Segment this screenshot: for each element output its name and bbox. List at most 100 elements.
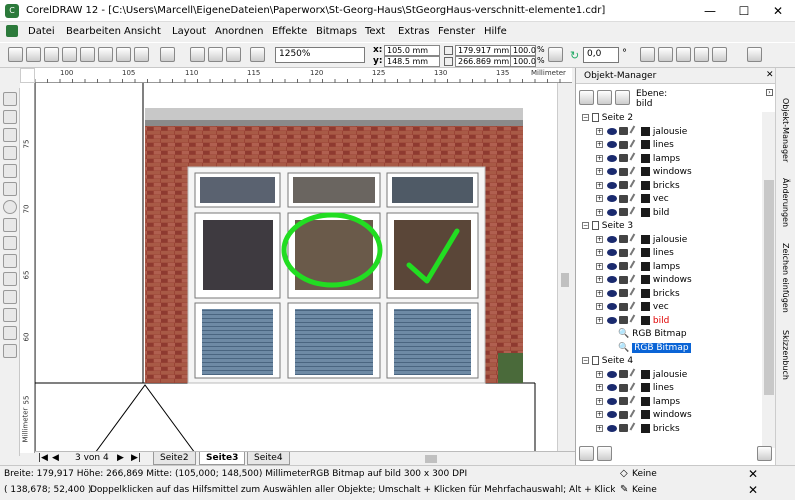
menu-extras[interactable]: Extras <box>398 26 430 37</box>
copy-icon[interactable] <box>98 47 113 62</box>
expand-icon[interactable]: + <box>596 276 603 283</box>
edit-bitmap-icon[interactable] <box>694 47 709 62</box>
printer-icon[interactable] <box>619 154 628 162</box>
scroll-thumb[interactable] <box>561 273 569 287</box>
drawing-canvas[interactable] <box>35 83 557 453</box>
tab-seite4[interactable]: Seite4 <box>247 452 290 465</box>
printer-icon[interactable] <box>619 181 628 189</box>
tree-layer[interactable]: + windows <box>576 409 761 423</box>
rectangle-tool-icon[interactable] <box>3 182 17 196</box>
new-icon[interactable] <box>8 47 23 62</box>
edit-pencil-icon[interactable] <box>629 233 641 245</box>
outline-tool-icon[interactable] <box>3 308 17 322</box>
tree-layer[interactable]: + lamps <box>576 260 761 275</box>
layer-color-swatch[interactable] <box>641 423 650 433</box>
menu-hilfe[interactable]: Hilfe <box>484 26 507 37</box>
edit-pencil-icon[interactable] <box>629 193 641 204</box>
wrap-text-icon[interactable] <box>747 47 762 62</box>
tree-page[interactable]: − Seite 4 <box>576 355 761 369</box>
printer-icon[interactable] <box>619 383 628 392</box>
menu-layout[interactable]: Layout <box>172 26 206 37</box>
tree-layer[interactable]: + jalousie <box>576 233 761 248</box>
menu-text[interactable]: Text <box>365 26 385 37</box>
tree-layer[interactable]: + lamps <box>576 395 761 410</box>
tree-object[interactable]: 🔍 RGB Bitmap <box>576 342 761 356</box>
mirror-h-icon[interactable] <box>640 47 655 62</box>
layer-color-swatch[interactable] <box>641 126 650 136</box>
layer-manager-view-icon[interactable] <box>615 90 630 105</box>
ellipse-tool-icon[interactable] <box>3 200 17 214</box>
tree-layer[interactable]: + lamps <box>576 152 761 167</box>
layer-color-swatch[interactable] <box>641 194 650 203</box>
expand-icon[interactable]: + <box>596 249 603 256</box>
visibility-eye-icon[interactable] <box>607 195 617 202</box>
expand-icon[interactable]: + <box>596 195 603 202</box>
layer-color-swatch[interactable] <box>641 153 650 163</box>
printer-icon[interactable] <box>619 316 628 324</box>
menu-fenster[interactable]: Fenster <box>438 26 475 37</box>
tree-layer[interactable]: + vec <box>576 301 761 315</box>
first-page-button[interactable]: |◀ <box>38 453 48 463</box>
shape-tool-icon[interactable] <box>3 110 17 124</box>
tree-layer[interactable]: + bild <box>576 206 761 221</box>
scale-x-field[interactable]: 100.0 <box>510 45 536 56</box>
visibility-eye-icon[interactable] <box>607 370 617 378</box>
corel-online-icon[interactable] <box>250 47 265 62</box>
document-icon[interactable] <box>6 25 18 37</box>
edit-pencil-icon[interactable] <box>629 206 641 218</box>
visibility-eye-icon[interactable] <box>607 397 617 405</box>
menu-datei[interactable]: Datei <box>28 26 55 37</box>
visibility-eye-icon[interactable] <box>607 141 617 148</box>
expand-icon[interactable]: + <box>596 154 603 162</box>
expand-icon[interactable]: + <box>596 384 603 391</box>
show-properties-icon[interactable] <box>579 90 594 105</box>
interactive-blend-tool-icon[interactable] <box>3 272 17 286</box>
maximize-button[interactable]: ☐ <box>727 0 761 22</box>
edit-pencil-icon[interactable] <box>629 314 641 326</box>
expand-icon[interactable]: + <box>596 370 603 378</box>
minimize-button[interactable]: — <box>693 0 727 22</box>
text-tool-icon[interactable] <box>3 254 17 268</box>
height-field[interactable]: 266.869 mm <box>455 56 511 67</box>
visibility-eye-icon[interactable] <box>607 249 617 256</box>
expand-icon[interactable]: + <box>596 411 603 418</box>
printer-icon[interactable] <box>619 397 628 405</box>
visibility-eye-icon[interactable] <box>607 127 617 135</box>
tab-aenderungen[interactable]: Änderungen <box>781 178 790 227</box>
edit-pencil-icon[interactable] <box>629 260 641 272</box>
tree-layer[interactable]: + windows <box>576 274 761 288</box>
tree-layer[interactable]: + vec <box>576 193 761 207</box>
collapse-icon[interactable]: − <box>582 222 589 229</box>
redo-icon[interactable] <box>160 47 175 62</box>
tab-objekt-manager[interactable]: Objekt-Manager <box>781 98 790 162</box>
edit-pencil-icon[interactable] <box>629 152 641 164</box>
printer-icon[interactable] <box>619 262 628 270</box>
expand-icon[interactable]: + <box>596 127 603 135</box>
last-page-button[interactable]: ▶| <box>131 453 141 463</box>
tree-layer[interactable]: + jalousie <box>576 125 761 140</box>
tree-layer[interactable]: + bricks <box>576 287 761 302</box>
tab-seite3[interactable]: Seite3 <box>199 452 246 465</box>
edit-pencil-icon[interactable] <box>629 301 641 312</box>
layer-color-swatch[interactable] <box>641 261 650 271</box>
open-icon[interactable] <box>26 47 41 62</box>
expand-icon[interactable]: + <box>596 181 603 189</box>
save-icon[interactable] <box>44 47 59 62</box>
tab-skizzenbuch[interactable]: Skizzenbuch <box>781 330 790 380</box>
printer-icon[interactable] <box>619 275 628 284</box>
print-icon[interactable] <box>62 47 77 62</box>
layer-color-swatch[interactable] <box>641 396 650 406</box>
width-field[interactable]: 179.917 mm <box>455 45 511 56</box>
edit-pencil-icon[interactable] <box>629 422 641 434</box>
tree-layer[interactable]: + bricks <box>576 179 761 194</box>
export-icon[interactable] <box>208 47 223 62</box>
expand-icon[interactable]: + <box>596 235 603 243</box>
docker-menu-icon[interactable]: › <box>766 89 773 96</box>
layer-color-swatch[interactable] <box>641 140 650 149</box>
edit-pencil-icon[interactable] <box>629 179 641 191</box>
expand-icon[interactable]: + <box>596 262 603 270</box>
mirror-v-icon[interactable] <box>658 47 673 62</box>
tree-page[interactable]: − Seite 2 <box>576 112 761 126</box>
edit-pencil-icon[interactable] <box>629 125 641 137</box>
visibility-eye-icon[interactable] <box>607 316 617 324</box>
